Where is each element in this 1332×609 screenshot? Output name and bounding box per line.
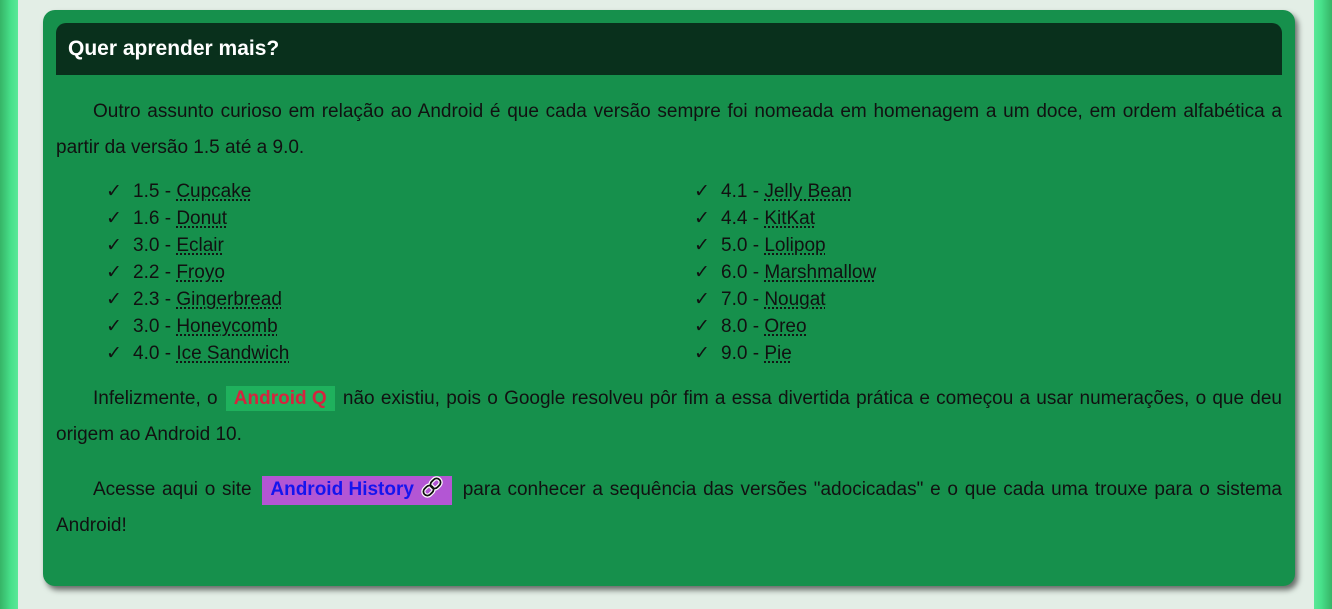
version-item: ✓ 1.6 - Donut [106, 205, 694, 232]
para3-text-before: Acesse aqui o site [93, 479, 259, 500]
checkmark-icon: ✓ [106, 181, 122, 202]
version-name: Eclair [176, 235, 224, 256]
left-border-strip [0, 0, 18, 609]
version-name: Marshmallow [764, 262, 877, 283]
version-number: 4.1 - [721, 181, 765, 202]
version-number: 9.0 - [721, 343, 765, 364]
right-border-strip [1314, 0, 1332, 609]
version-number: 5.0 - [721, 235, 765, 256]
checkmark-icon: ✓ [694, 289, 710, 310]
card-header: Quer aprender mais? [56, 23, 1282, 75]
link-chain-icon [420, 476, 444, 505]
version-name: Nougat [764, 289, 826, 310]
version-name: Ice Sandwich [176, 343, 290, 364]
version-item: ✓ 3.0 - Honeycomb [106, 313, 694, 340]
checkmark-icon: ✓ [106, 235, 122, 256]
version-item: ✓ 4.0 - Ice Sandwich [106, 340, 694, 367]
version-number: 1.5 - [133, 181, 177, 202]
version-item: ✓ 6.0 - Marshmallow [694, 259, 1282, 286]
version-name: Jelly Bean [764, 181, 852, 202]
version-number: 3.0 - [133, 235, 177, 256]
version-name: KitKat [764, 208, 816, 229]
version-number: 1.6 - [133, 208, 177, 229]
version-number: 6.0 - [721, 262, 765, 283]
version-number: 8.0 - [721, 316, 765, 337]
android-history-paragraph: Acesse aqui o site Android History para … [56, 472, 1282, 544]
version-item: ✓ 3.0 - Eclair [106, 232, 694, 259]
version-item: ✓ 7.0 - Nougat [694, 286, 1282, 313]
checkmark-icon: ✓ [694, 316, 710, 337]
android-q-paragraph: Infelizmente, o Android Q não existiu, p… [56, 381, 1282, 453]
version-item: ✓ 8.0 - Oreo [694, 313, 1282, 340]
version-list: ✓ 1.5 - Cupcake ✓ 1.6 - Donut ✓ 3.0 - Eclair ✓… [56, 178, 1282, 367]
checkmark-icon: ✓ [106, 343, 122, 364]
version-name: Donut [176, 208, 228, 229]
android-history-link[interactable]: Android History [262, 476, 452, 505]
card-content: Outro assunto curioso em relação ao Andr… [56, 94, 1282, 544]
checkmark-icon: ✓ [106, 208, 122, 229]
checkmark-icon: ✓ [694, 208, 710, 229]
android-history-link-label: Android History [270, 479, 414, 500]
version-column-left: ✓ 1.5 - Cupcake ✓ 1.6 - Donut ✓ 3.0 - Eclair ✓… [106, 178, 694, 367]
card-title: Quer aprender mais? [68, 37, 280, 60]
version-number: 3.0 - [133, 316, 177, 337]
info-card: Quer aprender mais? Outro assunto curios… [43, 10, 1295, 586]
para2-text-before: Infelizmente, o [93, 388, 224, 409]
version-name: Pie [764, 343, 792, 364]
version-name: Honeycomb [176, 316, 278, 337]
version-item: ✓ 1.5 - Cupcake [106, 178, 694, 205]
version-item: ✓ 4.1 - Jelly Bean [694, 178, 1282, 205]
version-name: Lolipop [764, 235, 826, 256]
version-item: ✓ 5.0 - Lolipop [694, 232, 1282, 259]
version-number: 7.0 - [721, 289, 765, 310]
version-column-right: ✓ 4.1 - Jelly Bean ✓ 4.4 - KitKat ✓ 5.0 - Lol… [694, 178, 1282, 367]
version-number: 4.4 - [721, 208, 765, 229]
checkmark-icon: ✓ [106, 289, 122, 310]
intro-paragraph: Outro assunto curioso em relação ao Andr… [56, 101, 1282, 158]
checkmark-icon: ✓ [694, 181, 710, 202]
version-number: 4.0 - [133, 343, 177, 364]
version-name: Cupcake [176, 181, 252, 202]
version-item: ✓ 2.2 - Froyo [106, 259, 694, 286]
version-item: ✓ 2.3 - Gingerbread [106, 286, 694, 313]
version-name: Froyo [176, 262, 225, 283]
checkmark-icon: ✓ [106, 262, 122, 283]
checkmark-icon: ✓ [694, 235, 710, 256]
checkmark-icon: ✓ [106, 316, 122, 337]
checkmark-icon: ✓ [694, 262, 710, 283]
version-number: 2.2 - [133, 262, 177, 283]
version-name: Gingerbread [176, 289, 282, 310]
version-item: ✓ 9.0 - Pie [694, 340, 1282, 367]
version-item: ✓ 4.4 - KitKat [694, 205, 1282, 232]
checkmark-icon: ✓ [694, 343, 710, 364]
version-name: Oreo [764, 316, 807, 337]
android-q-badge: Android Q [225, 386, 335, 411]
version-number: 2.3 - [133, 289, 177, 310]
